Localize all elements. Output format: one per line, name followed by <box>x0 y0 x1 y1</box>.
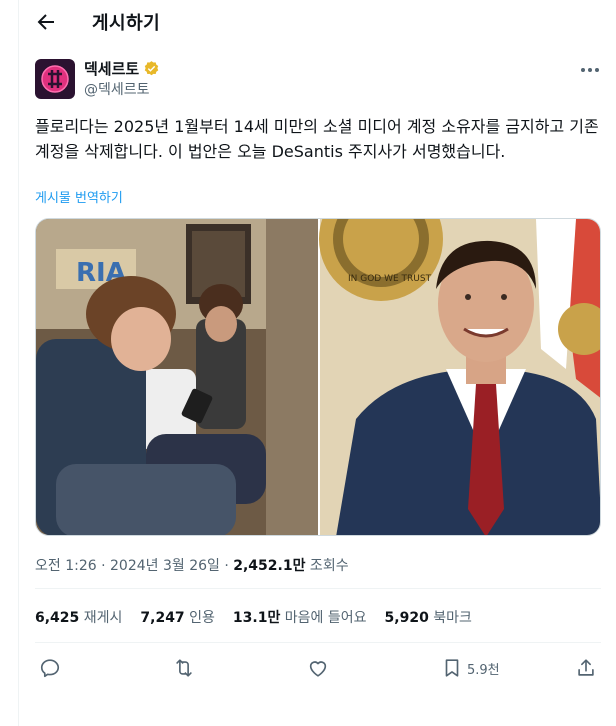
back-arrow-icon[interactable] <box>34 10 58 34</box>
reply-button[interactable] <box>39 654 61 682</box>
post-media[interactable]: RIA IN GOD WE TRUST <box>35 218 601 536</box>
post-text: 플로리다는 2025년 1월부터 14세 미만의 소셜 미디어 계정 소유자를 … <box>35 117 599 161</box>
action-bar: 5.9천 <box>35 654 601 682</box>
share-icon <box>578 659 594 676</box>
engagement-stats: 6,425 재게시 7,247 인용 13.1만 마음에 들어요 5,920 북… <box>35 607 472 627</box>
translate-post-link[interactable]: 게시물 번역하기 <box>35 187 123 206</box>
views-count: 2,452.1만 <box>233 558 306 574</box>
post-meta: 오전 1:26 · 2024년 3월 26일 · 2,452.1만 조회수 <box>35 555 349 575</box>
bookmark-count: 5.9천 <box>467 662 500 678</box>
like-button[interactable] <box>307 654 329 682</box>
photo-governor-portrait[interactable]: IN GOD WE TRUST <box>319 219 601 536</box>
more-options-icon[interactable] <box>578 60 602 80</box>
repost-button[interactable] <box>173 654 195 682</box>
bookmarks-label: 북마크 <box>428 610 472 626</box>
post-timestamp[interactable]: 오전 1:26 · 2024년 3월 26일 · <box>35 558 233 574</box>
stat-likes[interactable]: 13.1만 마음에 들어요 <box>233 607 367 627</box>
svg-text:IN GOD WE TRUST: IN GOD WE TRUST <box>348 274 432 284</box>
divider-top <box>35 588 601 589</box>
views-label: 조회수 <box>305 558 349 574</box>
repost-icon <box>176 659 192 677</box>
likes-count: 13.1만 <box>232 610 281 626</box>
reply-icon <box>40 659 60 678</box>
media-images: RIA IN GOD WE TRUST <box>36 219 601 536</box>
photo-teen-with-phone[interactable]: RIA <box>36 219 318 536</box>
quotes-label: 인용 <box>184 610 215 626</box>
author-name-row[interactable]: 덱세르토 <box>84 58 160 79</box>
page-header: 게시하기 <box>18 0 598 42</box>
divider-bottom <box>35 642 601 643</box>
stat-reposts[interactable]: 6,425 재게시 <box>35 607 122 627</box>
share-button[interactable] <box>575 654 597 682</box>
bookmarks-count: 5,920 <box>384 610 429 626</box>
bookmark-button[interactable]: 5.9천 <box>441 654 500 682</box>
author-handle[interactable]: @덱세르토 <box>84 79 150 99</box>
likes-label: 마음에 들어요 <box>280 610 367 626</box>
reposts-count: 6,425 <box>35 610 80 626</box>
like-icon <box>309 661 327 677</box>
verified-badge-icon <box>144 61 159 76</box>
bookmark-icon <box>445 659 459 677</box>
stat-quotes[interactable]: 7,247 인용 <box>140 607 215 627</box>
page-title: 게시하기 <box>92 13 161 34</box>
avatar[interactable] <box>35 59 75 99</box>
quotes-count: 7,247 <box>140 610 185 626</box>
author-name[interactable]: 덱세르토 <box>84 58 139 79</box>
stat-bookmarks[interactable]: 5,920 북마크 <box>385 607 472 627</box>
reposts-label: 재게시 <box>79 610 123 626</box>
